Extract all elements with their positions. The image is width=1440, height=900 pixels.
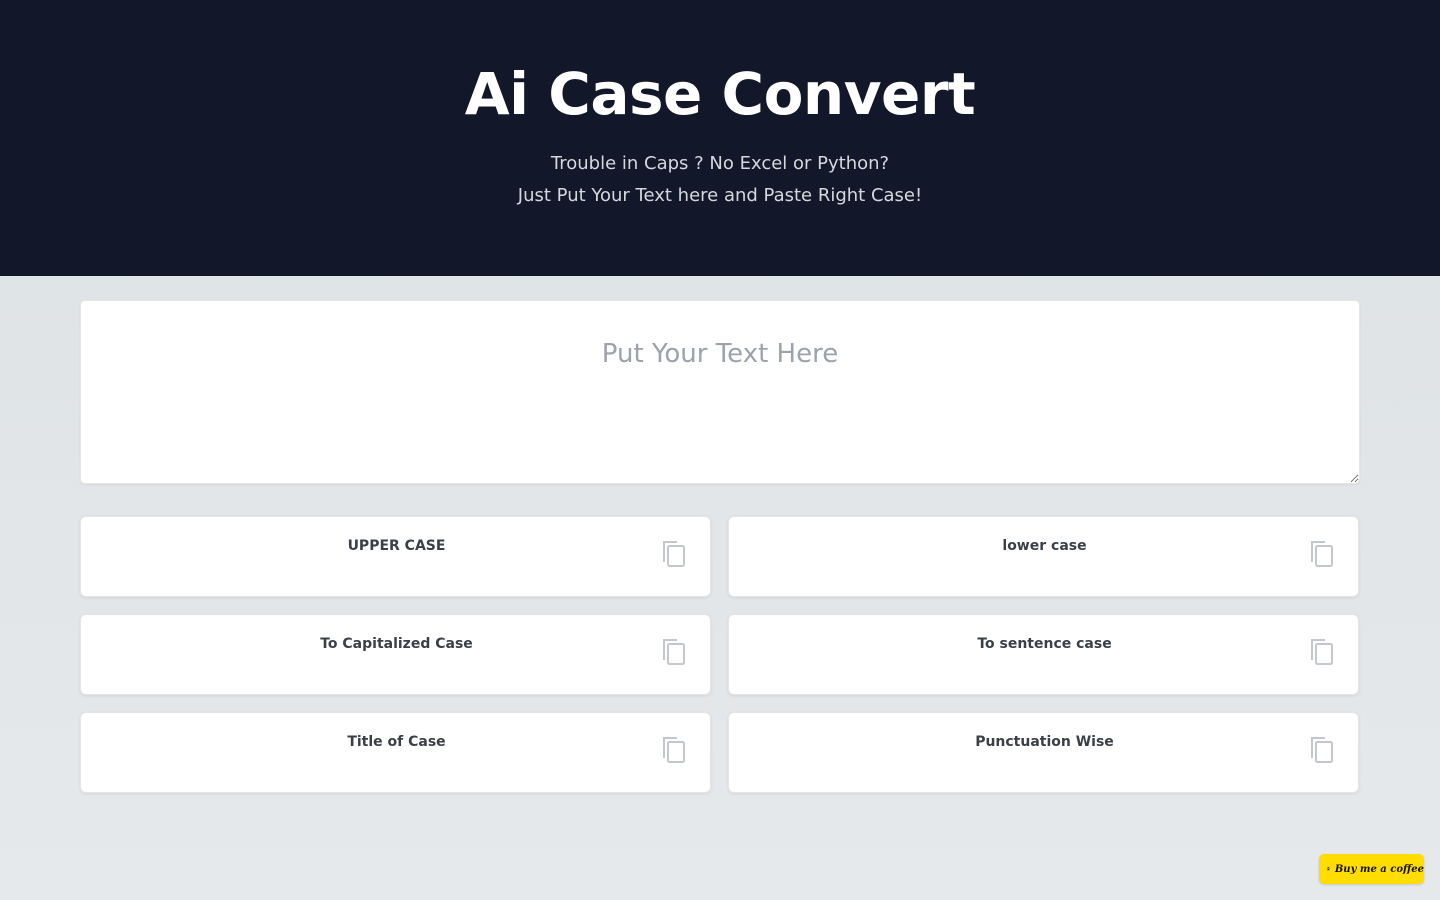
coffee-cup-icon — [1327, 867, 1330, 871]
buy-me-a-coffee-label: Buy me a coffee — [1334, 863, 1424, 875]
header: Ai Case Convert Trouble in Caps ? No Exc… — [0, 0, 1440, 276]
card-label: UPPER CASE — [347, 538, 446, 554]
copy-icon[interactable] — [1311, 541, 1333, 567]
title-case-card[interactable]: Title of Case — [80, 712, 711, 793]
capitalized-case-card[interactable]: To Capitalized Case — [80, 614, 711, 695]
subtitle-line-2: Just Put Your Text here and Paste Right … — [517, 185, 923, 206]
lower-case-card[interactable]: lower case — [728, 516, 1359, 597]
card-label: To Capitalized Case — [320, 636, 473, 652]
sentence-case-card[interactable]: To sentence case — [728, 614, 1359, 695]
card-label: Title of Case — [347, 734, 446, 750]
page-title: Ai Case Convert — [464, 60, 976, 128]
card-label: lower case — [1002, 538, 1087, 554]
upper-case-card[interactable]: UPPER CASE — [80, 516, 711, 597]
subtitle-line-1: Trouble in Caps ? No Excel or Python? — [550, 153, 890, 174]
text-input[interactable] — [80, 300, 1360, 484]
card-label: Punctuation Wise — [975, 734, 1114, 750]
buy-me-a-coffee-button[interactable]: Buy me a coffee — [1319, 854, 1424, 884]
punctuation-wise-card[interactable]: Punctuation Wise — [728, 712, 1359, 793]
copy-icon[interactable] — [1311, 737, 1333, 763]
copy-icon[interactable] — [1311, 639, 1333, 665]
card-label: To sentence case — [977, 636, 1112, 652]
copy-icon[interactable] — [663, 541, 685, 567]
copy-icon[interactable] — [663, 737, 685, 763]
copy-icon[interactable] — [663, 639, 685, 665]
